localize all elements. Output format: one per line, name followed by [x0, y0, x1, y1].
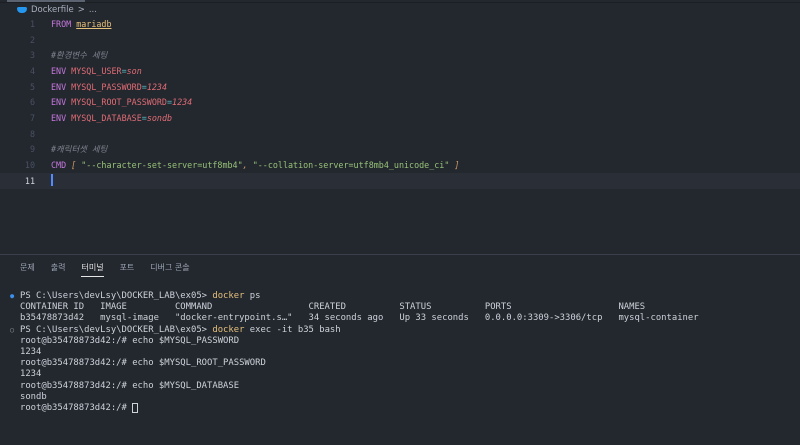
line-content [51, 173, 53, 188]
terminal-text: 1234 [20, 346, 42, 357]
terminal-line: 1234 [10, 369, 699, 380]
terminal-line: ○ PS C:\Users\devLsy\DOCKER_LAB\ex05> doc… [10, 325, 699, 336]
terminal-text: docker [212, 291, 245, 301]
line-number: 5 [29, 81, 35, 92]
code-token: ENV [51, 65, 72, 76]
text-cursor [51, 173, 53, 186]
panel-tab[interactable]: 포트 [120, 262, 135, 277]
code-line[interactable]: 8 [0, 126, 800, 142]
code-token: MYSQL_ROOT_PASSWORD [71, 97, 167, 108]
line-number: 7 [29, 112, 35, 123]
code-token: 1234 [172, 97, 193, 108]
panel-tab[interactable]: 터미널 [81, 262, 104, 277]
breadcrumb-rest[interactable]: ... [89, 5, 97, 15]
line-number: 10 [24, 160, 35, 171]
terminal-line: sondb [10, 392, 699, 403]
code-line[interactable]: 5 ENV MYSQL_PASSWORD=1234 [0, 79, 800, 95]
panel-divider[interactable] [0, 254, 800, 255]
panel-tab[interactable]: 문제 [20, 262, 35, 277]
code-token: MYSQL_PASSWORD [71, 81, 142, 92]
line-content: ENV MYSQL_PASSWORD=1234 [51, 82, 167, 92]
code-editor[interactable]: 1 FROM mariadb 2 3 #환경변수 세팅 4 ENV MYSQL_USER=s… [0, 16, 800, 189]
code-token: mariadb [76, 18, 112, 29]
code-line[interactable]: 11 [0, 172, 800, 189]
terminal-text: root@b35478873d42:/# [20, 402, 133, 413]
line-content: ENV MYSQL_USER=son [51, 66, 142, 76]
terminal-cursor [132, 403, 139, 414]
code-token: #캐릭터셋 세팅 [51, 144, 108, 155]
line-content: #환경변수 세팅 [51, 49, 107, 61]
code-line[interactable]: 10 CMD [ "--character-set-server=utf8mb4"… [0, 157, 800, 173]
code-token: FROM [51, 18, 77, 29]
terminal-line: root@b35478873d42:/# [10, 403, 699, 414]
terminal-line: root@b35478873d42:/# echo $MYSQL_DATABAS… [10, 381, 699, 392]
terminal-text: CONTAINER ID IMAGE COMMAND CREATED STATU… [20, 302, 646, 313]
line-content: ENV MYSQL_ROOT_PASSWORD=1234 [51, 97, 192, 107]
terminal-text: root@b35478873d42:/# echo $MYSQL_PASSWOR… [20, 335, 240, 346]
code-token: sondb [146, 112, 173, 123]
terminal-text: exec -it b35 bash [244, 324, 341, 335]
line-number: 1 [29, 18, 35, 29]
code-line[interactable]: 1 FROM mariadb [0, 16, 800, 32]
code-line[interactable]: 7 ENV MYSQL_DATABASE=sondb [0, 110, 800, 126]
breadcrumb[interactable]: Dockerfile > ... [17, 5, 97, 15]
breadcrumb-separator: > [77, 5, 85, 15]
code-line[interactable]: 9 #캐릭터셋 세팅 [0, 142, 800, 158]
panel-tab[interactable]: 출력 [51, 262, 66, 277]
code-line[interactable]: 2 [0, 32, 800, 48]
code-token: #환경변수 세팅 [51, 50, 108, 61]
terminal-text: root@b35478873d42:/# echo $MYSQL_DATABAS… [20, 380, 240, 391]
terminal-line: 1234 [10, 347, 699, 358]
code-token: MYSQL_DATABASE [71, 112, 142, 123]
terminal-line: CONTAINER ID IMAGE COMMAND CREATED STATU… [10, 302, 699, 313]
command-status-dot-icon: ○ [10, 325, 15, 334]
terminal-line: ● PS C:\Users\devLsy\DOCKER_LAB\ex05> doc… [10, 291, 699, 302]
terminal-line: b35478873d42 mysql-image "docker-entrypo… [10, 313, 699, 324]
line-number: 6 [29, 97, 35, 108]
terminal-text: ps [244, 291, 261, 301]
line-content: CMD [ "--character-set-server=utf8mb4", … [51, 160, 459, 170]
code-token: , [242, 160, 253, 171]
panel-tab[interactable]: 디버그 콘솔 [150, 262, 189, 277]
code-line[interactable]: 6 ENV MYSQL_ROOT_PASSWORD=1234 [0, 94, 800, 110]
code-token: MYSQL_USER [71, 65, 122, 76]
line-number: 4 [29, 65, 35, 76]
code-token: ENV [51, 112, 72, 123]
line-content: FROM mariadb [51, 19, 112, 29]
terminal-text: b35478873d42 mysql-image "docker-entrypo… [20, 313, 699, 324]
code-token: ENV [51, 97, 72, 108]
panel-tabs: 문제 출력 터미널 포트 디버그 콘솔 [20, 262, 190, 277]
terminal-line: root@b35478873d42:/# echo $MYSQL_PASSWOR… [10, 336, 699, 347]
code-token: ENV [51, 81, 72, 92]
terminal-text: sondb [20, 391, 47, 402]
terminal[interactable]: ● PS C:\Users\devLsy\DOCKER_LAB\ex05> doc… [10, 291, 699, 414]
code-token: 1234 [146, 81, 167, 92]
line-number: 8 [29, 128, 35, 139]
line-number: 2 [29, 34, 35, 45]
code-token: "--collation-server=utf8mb4_unicode_ci" [252, 160, 450, 171]
terminal-text: docker [212, 324, 245, 335]
docker-icon [17, 7, 27, 13]
line-content: ENV MYSQL_DATABASE=sondb [51, 113, 172, 123]
code-token: "--character-set-server=utf8mb4" [81, 160, 243, 171]
line-content: #캐릭터셋 세팅 [51, 143, 107, 155]
code-token: CMD [51, 160, 72, 171]
terminal-text: root@b35478873d42:/# echo $MYSQL_ROOT_PA… [20, 358, 266, 369]
breadcrumb-file[interactable]: Dockerfile [31, 5, 74, 15]
terminal-text: 1234 [20, 369, 42, 380]
terminal-text: PS C:\Users\devLsy\DOCKER_LAB\ex05> [20, 324, 213, 335]
terminal-text: PS C:\Users\devLsy\DOCKER_LAB\ex05> [20, 291, 213, 301]
code-line[interactable]: 3 #환경변수 세팅 [0, 47, 800, 63]
code-token: [ [71, 160, 82, 171]
code-token: son [126, 65, 142, 76]
line-number: 3 [29, 50, 35, 61]
line-number: 11 [24, 175, 35, 186]
code-token: ] [449, 160, 460, 171]
line-number: 9 [29, 144, 35, 155]
divider [0, 2, 800, 3]
terminal-line: root@b35478873d42:/# echo $MYSQL_ROOT_PA… [10, 358, 699, 369]
command-status-dot-icon: ● [10, 292, 15, 300]
code-line[interactable]: 4 ENV MYSQL_USER=son [0, 63, 800, 79]
